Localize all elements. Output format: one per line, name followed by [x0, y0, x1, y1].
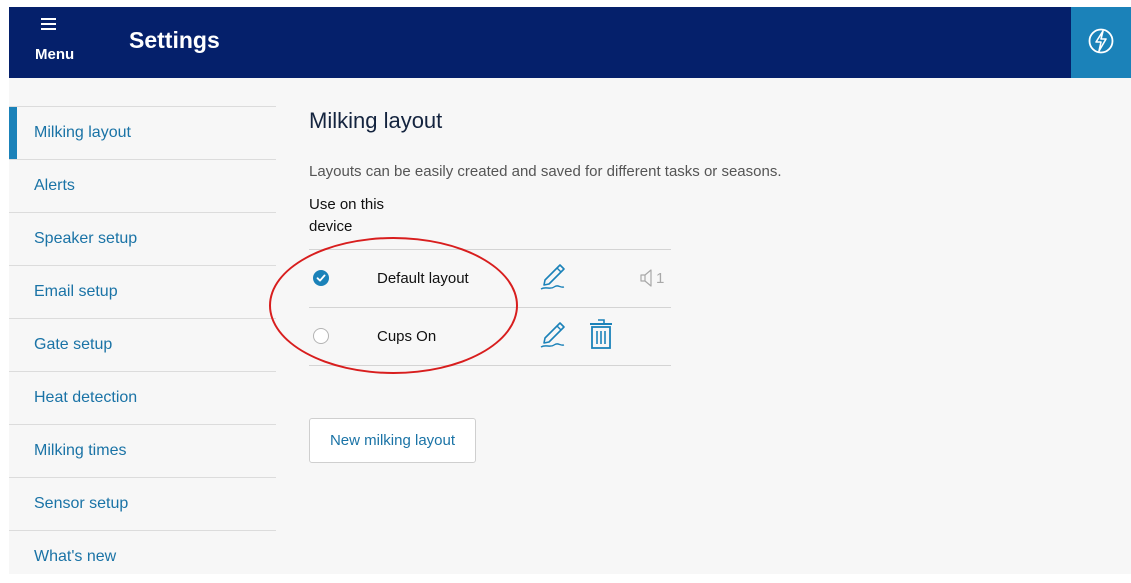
layout-name: Default layout — [377, 270, 469, 287]
trash-icon[interactable] — [589, 318, 613, 350]
lightning-icon — [1088, 28, 1114, 54]
sidebar-item-label: Milking layout — [34, 124, 131, 141]
sidebar-item-label: Sensor setup — [34, 495, 129, 512]
menu-label: Menu — [35, 46, 75, 63]
sidebar-item-label: Speaker setup — [34, 230, 138, 247]
section-description: Layouts can be easily created and saved … — [309, 163, 782, 180]
section-title: Milking layout — [309, 108, 443, 133]
main-content: Milking layout Layouts can be easily cre… — [309, 78, 1109, 574]
sidebar-item-label: Gate setup — [34, 336, 113, 353]
layout-radio-selected[interactable] — [313, 270, 329, 286]
settings-sidebar: Milking layout Alerts Speaker setup Emai… — [9, 106, 276, 583]
sidebar-item-label: Milking times — [34, 442, 127, 459]
new-milking-layout-button[interactable]: New milking layout — [309, 418, 476, 463]
layout-name: Cups On — [377, 328, 437, 345]
use-on-device-header: Use on this device — [309, 196, 385, 235]
layout-row-default: Default layout 1 — [309, 250, 671, 308]
sidebar-item-sensor-setup[interactable]: Sensor setup — [9, 477, 276, 530]
sidebar-item-label: What's new — [34, 548, 117, 565]
speaker-icon — [640, 269, 652, 287]
sync-button[interactable] — [1071, 7, 1131, 78]
page-title: Settings — [129, 27, 220, 53]
sidebar-item-milking-layout[interactable]: Milking layout — [9, 106, 276, 159]
sidebar-item-label: Alerts — [34, 177, 75, 194]
speaker-count: 1 — [656, 270, 665, 287]
menu-button[interactable]: Menu — [9, 7, 91, 78]
sidebar-item-label: Heat detection — [34, 389, 138, 406]
sidebar-item-heat-detection[interactable]: Heat detection — [9, 371, 276, 424]
top-bar: Menu Settings — [9, 7, 1131, 78]
layout-radio-unselected[interactable] — [313, 328, 329, 344]
sidebar-item-email-setup[interactable]: Email setup — [9, 265, 276, 318]
hamburger-icon — [41, 18, 56, 30]
sidebar-item-milking-times[interactable]: Milking times — [9, 424, 276, 477]
edit-icon[interactable] — [540, 321, 566, 349]
sidebar-item-label: Email setup — [34, 283, 118, 300]
checkmark-icon — [316, 274, 326, 282]
edit-icon[interactable] — [540, 263, 566, 291]
sidebar-item-whats-new[interactable]: What's new — [9, 530, 276, 583]
sidebar-item-gate-setup[interactable]: Gate setup — [9, 318, 276, 371]
sidebar-item-speaker-setup[interactable]: Speaker setup — [9, 212, 276, 265]
layout-row-cups-on: Cups On — [309, 308, 671, 366]
sidebar-item-alerts[interactable]: Alerts — [9, 159, 276, 212]
layout-list: Default layout 1 Cups On — [309, 249, 671, 366]
page-body: Milking layout Alerts Speaker setup Emai… — [9, 78, 1131, 574]
